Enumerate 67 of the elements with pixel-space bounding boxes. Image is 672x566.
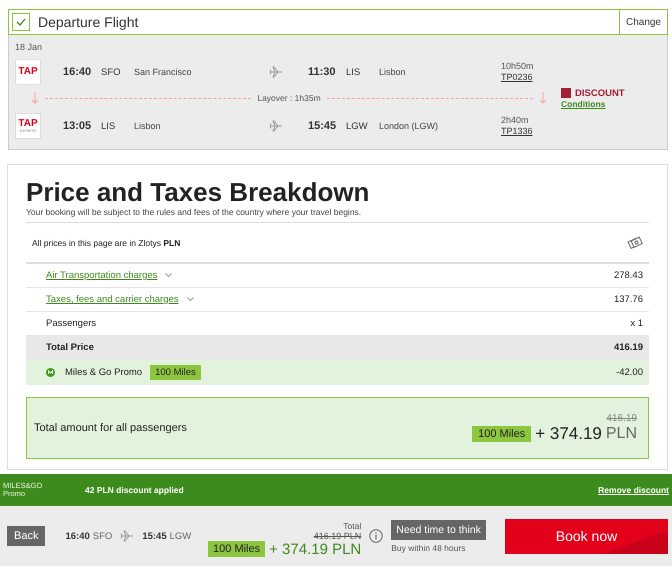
currency-label: PLN bbox=[606, 424, 637, 442]
airport-code: LGW bbox=[170, 530, 192, 542]
hold-button[interactable]: Need time to think bbox=[391, 520, 486, 540]
miles-badge: 100 Miles bbox=[208, 541, 266, 557]
layover-text: Layover : 1h35m bbox=[257, 93, 321, 103]
down-arrow-icon bbox=[539, 92, 548, 104]
book-now-button[interactable]: Book now bbox=[505, 518, 668, 554]
arrival-time: 11:30 bbox=[308, 66, 337, 78]
conditions-link[interactable]: Conditions bbox=[561, 98, 625, 108]
airport-code: SFO bbox=[101, 66, 122, 78]
arrival-time: 15:45 bbox=[142, 530, 167, 542]
chevron-down-icon[interactable] bbox=[165, 273, 172, 278]
price-value: 416.19 bbox=[614, 342, 643, 353]
airport-code: LIS bbox=[346, 66, 362, 78]
hold-note: Buy within 48 hours bbox=[391, 542, 466, 552]
chevron-down-icon[interactable] bbox=[186, 297, 194, 302]
total-label: Total bbox=[343, 520, 362, 530]
plane-icon bbox=[120, 530, 134, 542]
airport-code: LGW bbox=[346, 120, 369, 132]
old-price: 416.19 bbox=[606, 412, 637, 424]
info-icon[interactable] bbox=[369, 529, 384, 543]
currency-note: All prices in this page are in Zlotys PLN bbox=[32, 238, 180, 248]
page-title: Price and Taxes Breakdown bbox=[26, 177, 370, 207]
flight-date: 18 Jan bbox=[15, 42, 42, 52]
departure-time: 16:40 bbox=[63, 66, 92, 78]
city-name: Lisbon bbox=[379, 67, 407, 77]
departure-time: 16:40 bbox=[65, 530, 90, 542]
city-name: London (LGW) bbox=[379, 121, 440, 131]
fare-label: DISCOUNT bbox=[575, 88, 625, 98]
back-button[interactable]: Back bbox=[7, 526, 46, 546]
total-price: + 374.19 bbox=[535, 424, 602, 444]
row-label: Total Price bbox=[46, 342, 94, 353]
total-price: + 374.19 PLN bbox=[269, 540, 362, 558]
airline-logo: TAP bbox=[15, 59, 41, 85]
charges-link[interactable]: Air Transportation charges bbox=[46, 270, 158, 281]
flight-duration: 2h40m bbox=[501, 115, 530, 126]
plane-icon bbox=[269, 120, 283, 132]
row-label: Miles & Go Promo bbox=[65, 367, 142, 378]
fare-icon bbox=[561, 88, 571, 98]
price-value: -42.00 bbox=[616, 367, 643, 378]
flight-number-link[interactable]: TP1336 bbox=[501, 126, 533, 137]
subtitle-text: Your booking will be subject to the rules and fees of the country where your travel begins. bbox=[26, 207, 362, 218]
row-label: Passengers bbox=[46, 318, 96, 329]
price-value: x 1 bbox=[630, 318, 643, 329]
discount-message: 42 PLN discount applied bbox=[85, 485, 184, 495]
departure-time: 13:05 bbox=[63, 120, 92, 132]
price-value: 137.76 bbox=[614, 294, 643, 305]
plane-icon bbox=[269, 66, 283, 78]
miles-badge: 100 Miles bbox=[150, 365, 201, 380]
section-title: Departure Flight bbox=[38, 14, 138, 30]
airport-code: SFO bbox=[92, 530, 112, 542]
miles-badge: 100 Miles bbox=[472, 426, 532, 442]
flight-number-link[interactable]: TP0236 bbox=[501, 72, 534, 83]
price-value: 278.43 bbox=[614, 270, 643, 281]
old-price: 416.19 PLN bbox=[314, 530, 362, 540]
city-name: San Francisco bbox=[134, 67, 193, 77]
city-name: Lisbon bbox=[134, 121, 162, 131]
flight-duration: 10h50m bbox=[501, 61, 534, 72]
promo-icon bbox=[46, 368, 55, 377]
arrival-time: 15:45 bbox=[308, 120, 338, 132]
money-icon bbox=[627, 236, 643, 250]
checkmark-icon bbox=[16, 18, 26, 26]
down-arrow-icon bbox=[31, 92, 39, 104]
charges-link[interactable]: Taxes, fees and carrier charges bbox=[46, 294, 179, 305]
remove-discount-link[interactable]: Remove discount bbox=[598, 485, 669, 495]
airport-code: LIS bbox=[101, 120, 116, 132]
total-label: Total amount for all passengers bbox=[34, 422, 187, 434]
